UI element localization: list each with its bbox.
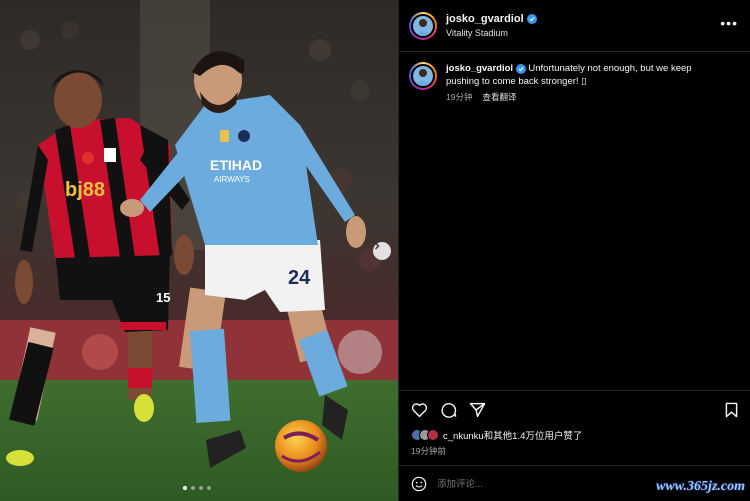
carousel-dot [199,486,203,490]
verified-badge-icon [526,14,537,24]
caption-emoji: ▯ [581,76,587,87]
chevron-right-icon [375,242,380,250]
post-caption: josko_gvardiol Unfortunately not enough,… [399,52,750,104]
carousel-dot [191,486,195,490]
caption-timestamp: 19分钟 [446,92,473,102]
post-header: josko_gvardiol Vitality Stadium ••• [399,0,750,52]
shirt-number-left: 15 [156,290,170,305]
liker-avatar [427,429,439,441]
profile-picture-icon [416,69,430,86]
liked-by-text[interactable]: c_nkunku和其他1.4万位用户赞了 [443,428,582,442]
shirt-sponsor-left: bj88 [65,179,105,201]
carousel-dot [183,486,187,490]
post-actions-section: c_nkunku和其他1.4万位用户赞了 19分钟前 www.365jz.com [399,390,750,501]
carousel-next-button[interactable] [373,242,391,260]
caption-username[interactable]: josko_gvardiol [446,63,513,74]
post-photo[interactable]: bj88 15 ETIHAD AIRWAYS 24 [0,0,398,501]
post-author-username[interactable]: josko_gvardiol [446,13,537,25]
post-location[interactable]: Vitality Stadium [446,28,537,38]
emoji-icon[interactable] [411,476,427,492]
bookmark-icon[interactable] [724,402,739,418]
see-translation-link[interactable]: 查看翻译 [482,91,516,104]
more-options-icon[interactable]: ••• [720,16,738,30]
watermark: www.365jz.com [656,479,745,494]
carousel-dot [207,486,211,490]
likes-summary[interactable]: c_nkunku和其他1.4万位用户赞了 [399,418,750,442]
liker-avatars [411,429,439,441]
post-side-panel: josko_gvardiol Vitality Stadium ••• josk… [398,0,750,501]
avatar[interactable] [409,11,437,40]
comment-icon[interactable] [440,401,457,418]
shirt-sub-right: AIRWAYS [214,175,250,184]
post-timestamp: 19分钟前 [411,446,446,456]
football [275,420,327,472]
profile-picture-icon [416,18,430,36]
caption-avatar[interactable] [409,62,437,90]
username-text[interactable]: josko_gvardiol [446,13,524,25]
verified-badge-icon [515,64,526,74]
share-icon[interactable] [469,402,486,418]
carousel-dots [183,486,211,490]
like-heart-icon[interactable] [411,402,428,418]
football-match-photo: bj88 15 ETIHAD AIRWAYS 24 [0,0,398,501]
shirt-number-right: 24 [288,267,311,289]
shirt-sponsor-right: ETIHAD [210,157,262,173]
comment-input[interactable] [437,478,637,490]
